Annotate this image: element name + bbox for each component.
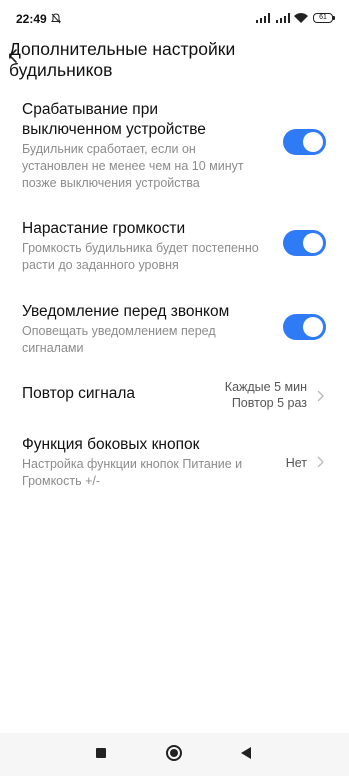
status-bar: 22:49 61 <box>0 0 349 36</box>
setting-subtitle: Настройка функции кнопок Питание и Громк… <box>22 457 243 488</box>
setting-title: Уведомление перед звонком <box>22 303 230 320</box>
bell-off-icon <box>51 13 61 24</box>
home-dot <box>170 749 178 757</box>
snooze-interval: Каждые 5 мин <box>224 380 307 394</box>
home-circle-icon[interactable] <box>166 745 182 761</box>
page-title: Дополнительные настройки будильников <box>9 39 236 80</box>
snooze-repeats: Повтор 5 раз <box>231 396 307 410</box>
signal-icon <box>256 13 270 23</box>
toggle-knob <box>303 317 323 337</box>
setting-title: Нарастание громкости <box>22 220 186 237</box>
toggle-knob <box>303 233 323 253</box>
navigation-bar <box>0 733 349 776</box>
volume-ramp-toggle[interactable] <box>283 230 326 256</box>
setting-title: Функция боковых кнопок <box>22 436 200 453</box>
power-off-alarm-toggle[interactable] <box>283 129 326 155</box>
setting-subtitle: Громкость будильника будет постепенно ра… <box>22 241 259 272</box>
wifi-icon <box>294 13 308 23</box>
setting-subtitle: Будильник сработает, если он установлен … <box>22 142 244 190</box>
chevron-right-icon <box>317 456 324 468</box>
setting-subtitle: Оповещать уведомлением перед сигналами <box>22 324 216 355</box>
toggle-knob <box>303 132 323 152</box>
recents-square-icon[interactable] <box>96 748 106 758</box>
pre-alarm-notification-toggle[interactable] <box>283 314 326 340</box>
chevron-right-icon <box>317 390 324 402</box>
side-buttons-value: Нет <box>285 456 307 470</box>
snooze-value: Каждые 5 мин Повтор 5 раз <box>225 379 307 411</box>
signal-icon <box>276 13 290 23</box>
setting-title: Срабатывание при выключенном устройстве <box>22 101 206 138</box>
battery-icon: 61 <box>313 13 335 23</box>
back-triangle-icon[interactable] <box>241 747 251 759</box>
status-time: 22:49 <box>16 12 47 26</box>
